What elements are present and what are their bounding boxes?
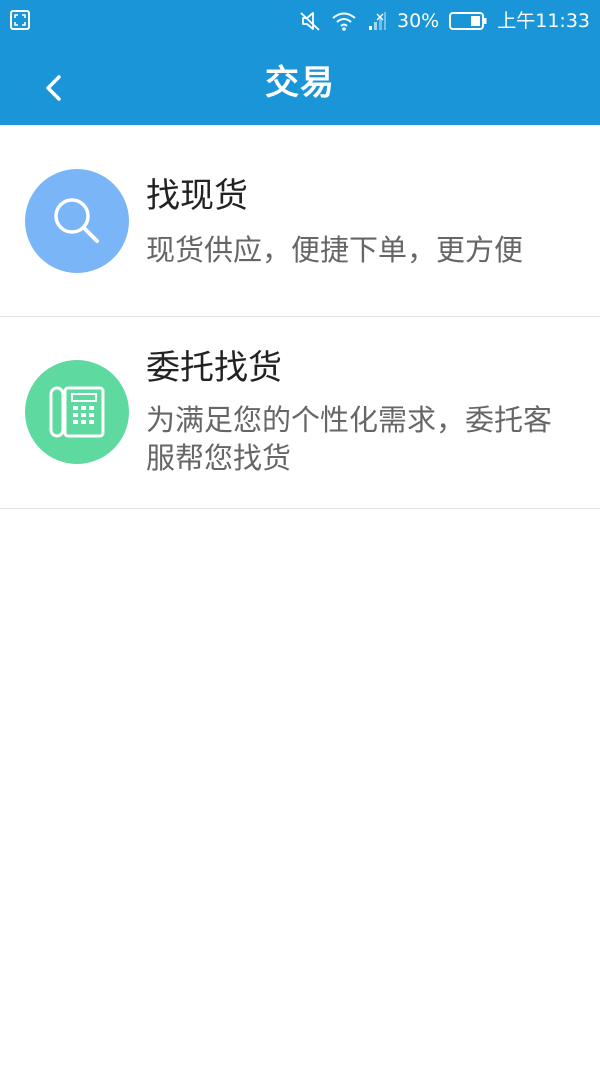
battery-percent: 30% bbox=[397, 10, 440, 32]
signal-icon bbox=[367, 10, 387, 32]
status-icons: 30% 上午11:33 bbox=[299, 8, 590, 34]
navigation-bar: 交易 bbox=[0, 42, 600, 125]
back-arrow-icon bbox=[46, 75, 61, 101]
item-description: 现货供应，便捷下单，更方便 bbox=[146, 233, 524, 267]
telephone-icon bbox=[25, 360, 129, 464]
status-bar: 30% 上午11:33 bbox=[0, 0, 600, 42]
clock: 上午11:33 bbox=[497, 10, 590, 32]
item-title: 委托找货 bbox=[146, 348, 282, 388]
wifi-icon bbox=[331, 10, 357, 32]
list-item-find-spot[interactable]: 找现货 现货供应，便捷下单，更方便 bbox=[0, 125, 600, 317]
back-button[interactable] bbox=[30, 64, 78, 112]
item-description: 为满足您的个性化需求，委托客服帮您找货 bbox=[146, 403, 553, 475]
mute-icon bbox=[299, 10, 321, 32]
trade-options-list: 找现货 现货供应，便捷下单，更方便 委托找货 为满足您的个性化需求，委托客服帮您… bbox=[0, 125, 600, 509]
battery-icon bbox=[449, 11, 487, 31]
page-title: 交易 bbox=[265, 63, 335, 103]
top-bar: 30% 上午11:33 交易 bbox=[0, 0, 600, 125]
list-item-entrust-find[interactable]: 委托找货 为满足您的个性化需求，委托客服帮您找货 bbox=[0, 317, 600, 509]
item-title: 找现货 bbox=[146, 176, 248, 216]
screenshot-icon bbox=[10, 10, 30, 30]
search-icon bbox=[25, 169, 129, 273]
